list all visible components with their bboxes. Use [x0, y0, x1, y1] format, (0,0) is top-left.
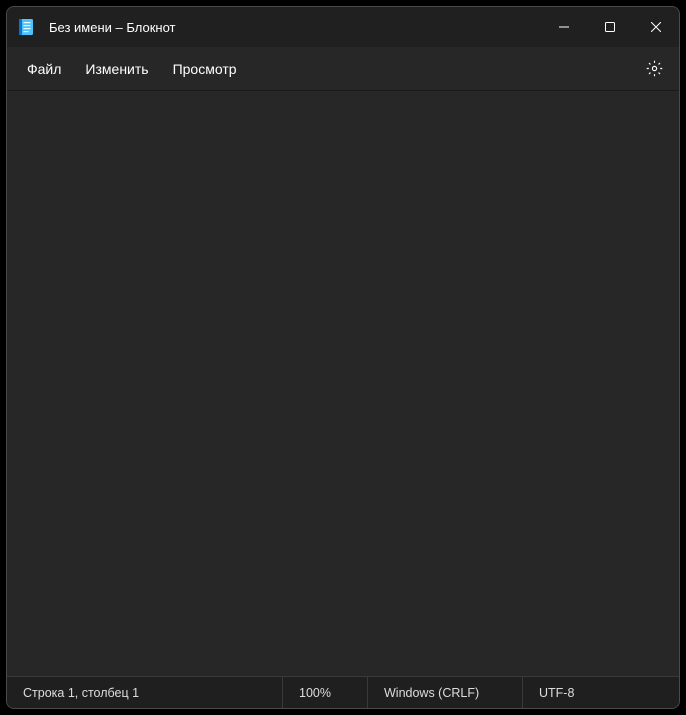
minimize-button[interactable] [541, 7, 587, 47]
status-line-ending: Windows (CRLF) [367, 677, 522, 708]
status-position: Строка 1, столбец 1 [7, 677, 282, 708]
text-editor[interactable] [7, 91, 679, 676]
menu-edit[interactable]: Изменить [73, 55, 160, 83]
titlebar[interactable]: Без имени – Блокнот [7, 7, 679, 47]
window-title: Без имени – Блокнот [49, 20, 541, 35]
menubar: Файл Изменить Просмотр [7, 47, 679, 91]
statusbar: Строка 1, столбец 1 100% Windows (CRLF) … [7, 676, 679, 708]
menu-view[interactable]: Просмотр [161, 55, 249, 83]
close-button[interactable] [633, 7, 679, 47]
notepad-icon [17, 18, 35, 36]
status-zoom: 100% [282, 677, 367, 708]
status-encoding: UTF-8 [522, 677, 679, 708]
maximize-button[interactable] [587, 7, 633, 47]
window-controls [541, 7, 679, 47]
menu-file[interactable]: Файл [15, 55, 73, 83]
settings-button[interactable] [637, 52, 671, 86]
notepad-window: Без имени – Блокнот Файл Изменить Просмо… [6, 6, 680, 709]
